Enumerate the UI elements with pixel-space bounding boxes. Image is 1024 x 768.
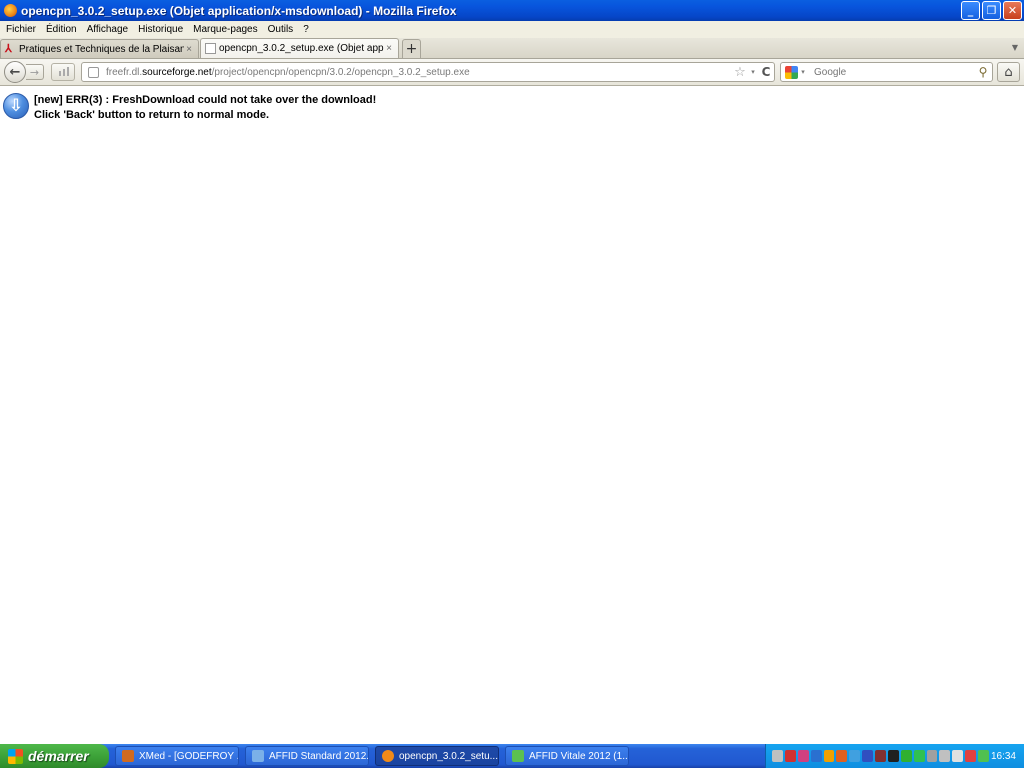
reload-icon[interactable]: C <box>758 65 774 79</box>
close-button[interactable]: ✕ <box>1003 1 1022 20</box>
xmed-icon <box>122 750 134 762</box>
blank-page-icon <box>205 43 216 54</box>
tab-close-icon[interactable]: × <box>384 43 394 54</box>
tray-printer-icon[interactable] <box>772 750 783 762</box>
taskbar-item-affid-vitale[interactable]: AFFID Vitale 2012 (1.... <box>505 746 629 766</box>
tray-network-icon[interactable] <box>939 750 951 762</box>
tab-close-icon[interactable]: × <box>184 44 194 55</box>
affid-icon <box>252 750 264 762</box>
pdf-icon: ⅄ <box>5 42 12 55</box>
error-line-2: Click 'Back' button to return to normal … <box>34 109 270 121</box>
tab-label: Pratiques et Techniques de la Plaisance <box>19 43 184 55</box>
minimize-button[interactable]: _ <box>961 1 980 20</box>
engine-dropdown-icon[interactable]: ▾ <box>798 68 808 76</box>
history-dropdown-icon[interactable]: ▾ <box>748 68 758 76</box>
menu-marque-pages[interactable]: Marque-pages <box>189 24 263 35</box>
tray-app-icon[interactable] <box>952 750 964 762</box>
navigation-bar: ← → freefr.dl.sourceforge.net/project/op… <box>0 59 1024 86</box>
search-input[interactable] <box>808 66 974 78</box>
site-identity-icon[interactable] <box>88 66 99 78</box>
tray-app-icon[interactable] <box>849 750 861 762</box>
window-title: opencpn_3.0.2_setup.exe (Objet applicati… <box>21 3 457 18</box>
url-bar[interactable]: freefr.dl.sourceforge.net/project/opencp… <box>81 62 775 82</box>
task-label: XMed - [GODEFROY ... <box>139 750 239 762</box>
tab-label: opencpn_3.0.2_setup.exe (Objet applica..… <box>219 43 384 54</box>
tab-bar: ⅄ Pratiques et Techniques de la Plaisanc… <box>0 38 1024 59</box>
window-controls: _ ❐ ✕ <box>961 1 1022 20</box>
task-label: AFFID Standard 2012... <box>269 750 369 762</box>
error-message: [new] ERR(3) : FreshDownload could not t… <box>34 93 376 123</box>
start-button[interactable]: démarrer <box>0 744 109 768</box>
tray-app-icon[interactable] <box>900 750 912 762</box>
bookmark-star-icon[interactable]: ☆ <box>732 65 748 80</box>
tray-app-icon[interactable] <box>913 750 925 762</box>
task-label: opencpn_3.0.2_setu... <box>399 750 498 762</box>
search-bar[interactable]: ▾ ⚲ <box>780 62 993 82</box>
tab-plaisance[interactable]: ⅄ Pratiques et Techniques de la Plaisanc… <box>0 39 199 58</box>
download-arrow-icon: ⇩ <box>3 93 29 119</box>
taskbar: démarrer XMed - [GODEFROY ... AFFID Stan… <box>0 744 1024 768</box>
tray-app-icon[interactable] <box>810 750 822 762</box>
tab-list-chevron-icon[interactable]: ▼ <box>1012 43 1018 52</box>
tab-opencpn[interactable]: opencpn_3.0.2_setup.exe (Objet applica..… <box>200 38 399 58</box>
restore-button[interactable]: ❐ <box>982 1 1001 20</box>
back-button[interactable]: ← <box>4 61 26 83</box>
menu-outils[interactable]: Outils <box>264 24 300 35</box>
tray-app-icon[interactable] <box>875 750 886 762</box>
magnifier-icon[interactable]: ⚲ <box>974 65 992 79</box>
feed-icon[interactable] <box>51 63 75 81</box>
tray-app-icon[interactable] <box>823 750 835 762</box>
menu-fichier[interactable]: Fichier <box>2 24 42 35</box>
tray-clock[interactable]: 16:34 <box>991 751 1016 762</box>
firefox-icon <box>4 4 17 17</box>
tray-app-icon[interactable] <box>926 750 938 762</box>
taskbar-item-affid-standard[interactable]: AFFID Standard 2012... <box>245 746 369 766</box>
affid-vitale-icon <box>512 750 524 762</box>
tray-app-icon[interactable] <box>965 750 976 762</box>
taskbar-item-firefox[interactable]: opencpn_3.0.2_setu... <box>375 746 499 766</box>
tray-app-icon[interactable] <box>978 750 989 762</box>
menu-historique[interactable]: Historique <box>134 24 189 35</box>
windows-flag-icon <box>8 748 23 764</box>
window-titlebar[interactable]: opencpn_3.0.2_setup.exe (Objet applicati… <box>0 0 1024 21</box>
firefox-icon <box>382 750 394 762</box>
tray-app-icon[interactable] <box>836 750 848 762</box>
new-tab-button[interactable]: + <box>402 39 421 58</box>
google-engine-icon[interactable] <box>785 65 798 79</box>
tray-app-icon[interactable] <box>862 750 873 762</box>
start-label: démarrer <box>28 748 89 764</box>
menu-bar: Fichier Édition Affichage Historique Mar… <box>0 21 1024 38</box>
system-tray: 16:34 <box>765 744 1024 768</box>
tray-volume-icon[interactable] <box>887 750 899 762</box>
taskbar-item-xmed[interactable]: XMed - [GODEFROY ... <box>115 746 239 766</box>
tray-app-icon[interactable] <box>797 750 809 762</box>
url-text[interactable]: freefr.dl.sourceforge.net/project/opencp… <box>106 67 732 78</box>
tray-pdf-icon[interactable] <box>784 750 796 762</box>
home-button[interactable]: ⌂ <box>997 62 1020 82</box>
forward-button[interactable]: → <box>26 64 44 80</box>
page-content: ⇩ [new] ERR(3) : FreshDownload could not… <box>0 87 1024 744</box>
menu-edition[interactable]: Édition <box>42 24 83 35</box>
error-line-1: [new] ERR(3) : FreshDownload could not t… <box>34 94 377 106</box>
task-label: AFFID Vitale 2012 (1.... <box>529 750 629 762</box>
menu-affichage[interactable]: Affichage <box>83 24 135 35</box>
menu-help[interactable]: ? <box>299 24 315 35</box>
